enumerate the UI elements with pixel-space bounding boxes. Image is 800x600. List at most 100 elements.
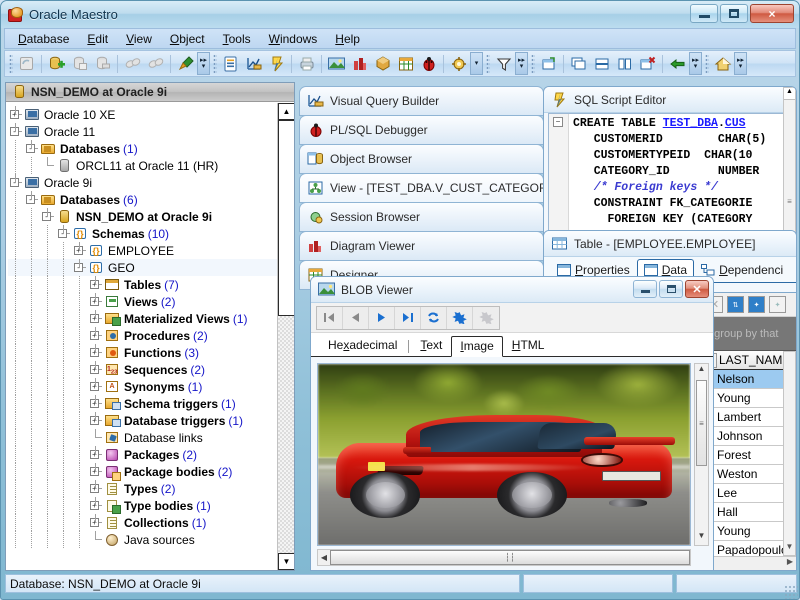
tree-expander-cell[interactable]: +	[72, 242, 88, 259]
tree-expander-cell[interactable]: +	[88, 310, 104, 327]
data-grid-horizontal-scrollbar[interactable]: ▶	[701, 556, 796, 570]
designer-icon[interactable]	[394, 53, 417, 75]
tree-expander[interactable]: +	[10, 110, 19, 119]
tree-expander-cell[interactable]: -	[72, 259, 88, 276]
menu-item-object[interactable]: Object	[161, 30, 214, 48]
next-record-icon[interactable]	[369, 306, 395, 329]
blob-image-vertical-scrollbar[interactable]: ▲ ≡ ▼	[694, 363, 709, 546]
maximize-button[interactable]	[659, 280, 683, 298]
load-icon[interactable]	[447, 306, 473, 329]
maximize-button[interactable]	[720, 4, 748, 23]
toolbar-overflow-button[interactable]: ▸▸ ▾	[689, 52, 702, 75]
tree-node[interactable]: +123 Sequences (2)	[8, 361, 294, 378]
tree-expander[interactable]: -	[10, 127, 19, 136]
blob-image-horizontal-scrollbar[interactable]: ◀ ┆┆	[317, 549, 691, 566]
scroll-up-arrow[interactable]: ▲	[695, 364, 708, 378]
tree-vertical-scrollbar[interactable]: ▲ ▼	[277, 103, 294, 570]
scrollbar-thumb[interactable]: ┆┆	[330, 550, 690, 565]
table-row[interactable]: Lambert	[701, 408, 796, 427]
table-row[interactable]: Lee	[701, 484, 796, 503]
group-by-panel[interactable]: o group by that	[701, 317, 796, 351]
menu-item-help[interactable]: Help	[326, 30, 369, 48]
tab-hexadecimal[interactable]: Hexadecimal	[319, 335, 406, 356]
tree-expander-cell[interactable]: +	[88, 293, 104, 310]
tree-node[interactable]: + Database triggers (1)	[8, 412, 294, 429]
toolbar-overflow-button[interactable]: ▾	[470, 52, 483, 75]
filter-icon[interactable]: ✦	[769, 296, 786, 313]
tree-node[interactable]: + A Synonyms (1)	[8, 378, 294, 395]
disconnect-icon[interactable]	[144, 53, 167, 75]
blob-image-viewport[interactable]	[317, 363, 691, 546]
cell-last-name[interactable]: Weston	[713, 467, 757, 481]
tree-expander-cell[interactable]: +	[88, 361, 104, 378]
scroll-up-arrow[interactable]: ▲	[784, 88, 795, 100]
tree-expander[interactable]: +	[90, 331, 99, 340]
tree-expander-cell[interactable]: -	[40, 208, 56, 225]
tree-expander-cell[interactable]: -	[24, 191, 40, 208]
tree-node[interactable]: -{} GEO	[8, 259, 294, 276]
scrollbar-thumb[interactable]: ≡	[785, 197, 794, 206]
tree-expander[interactable]: +	[90, 382, 99, 391]
tree-expander[interactable]: +	[90, 365, 99, 374]
toolbar-grip[interactable]	[9, 54, 13, 73]
tree-expander[interactable]: -	[74, 263, 83, 272]
tree-node[interactable]: - NSN_DEMO at Oracle 9i	[8, 208, 294, 225]
tile-horizontal-icon[interactable]	[590, 53, 613, 75]
last-record-icon[interactable]	[395, 306, 421, 329]
previous-record-icon[interactable]	[343, 306, 369, 329]
tree-expander-cell[interactable]: +	[8, 106, 24, 123]
tree-expander-cell[interactable]: +	[88, 463, 104, 480]
tree-expander[interactable]: +	[90, 501, 99, 510]
refresh-icon[interactable]	[421, 306, 447, 329]
home-icon[interactable]	[711, 53, 734, 75]
toolbar-overflow-button[interactable]: ▸▸ ▾	[197, 52, 210, 75]
table-row[interactable]: Young	[701, 389, 796, 408]
tree-node[interactable]: + Functions (3)	[8, 344, 294, 361]
tree-expander-cell[interactable]: +	[88, 395, 104, 412]
minimize-button[interactable]	[690, 4, 718, 23]
toolbar-grip[interactable]	[213, 54, 217, 73]
sql-editor-vertical-scrollbar[interactable]: ▲ ≡	[783, 87, 796, 240]
tree-expander-cell[interactable]: +	[88, 446, 104, 463]
tree-node[interactable]: + Oracle 10 XE	[8, 106, 294, 123]
tree-expander-cell[interactable]: +	[88, 327, 104, 344]
refresh-icon[interactable]: ⇅	[727, 296, 744, 313]
close-button[interactable]: ✕	[685, 280, 709, 298]
menu-item-windows[interactable]: Windows	[260, 30, 327, 48]
table-row[interactable]: Young	[701, 522, 796, 541]
tree-node[interactable]: + Collections (1)	[8, 514, 294, 531]
tree-node[interactable]: - Databases (6)	[8, 191, 294, 208]
print-icon[interactable]	[295, 53, 318, 75]
table-row[interactable]: Johnson	[701, 427, 796, 446]
register-host-icon[interactable]	[174, 53, 197, 75]
tree-node[interactable]: + Tables (7)	[8, 276, 294, 293]
close-button[interactable]: ×	[750, 4, 794, 23]
tree-node[interactable]: + Packages (2)	[8, 446, 294, 463]
tree-expander[interactable]: +	[90, 280, 99, 289]
tree-expander-cell[interactable]: -	[8, 123, 24, 140]
tree-expander[interactable]: +	[90, 297, 99, 306]
tree-node[interactable]: -{} Schemas (10)	[8, 225, 294, 242]
tree-expander-cell[interactable]: -	[8, 174, 24, 191]
tab-text[interactable]: Text	[411, 335, 451, 356]
tree-node[interactable]: + Schema triggers (1)	[8, 395, 294, 412]
load-icon[interactable]: ✦	[748, 296, 765, 313]
connect-icon[interactable]	[121, 53, 144, 75]
scroll-left-arrow[interactable]: ◀	[318, 553, 330, 562]
tree-node[interactable]: ORCL11 at Oracle 11 (HR)	[8, 157, 294, 174]
toolbar-grip[interactable]	[531, 54, 535, 73]
tree-expander[interactable]: -	[10, 178, 19, 187]
visual-query-builder-icon[interactable]	[242, 53, 265, 75]
tree-expander[interactable]: +	[90, 450, 99, 459]
filter-icon[interactable]	[492, 53, 515, 75]
tree-node[interactable]: + Package bodies (2)	[8, 463, 294, 481]
cascade-windows-icon[interactable]	[537, 53, 560, 75]
clear-icon[interactable]	[473, 306, 499, 329]
tree-expander[interactable]: +	[90, 399, 99, 408]
sql-editor-code[interactable]: CREATE TABLE TEST_DBA.CUS CUSTOMERID CHA…	[573, 116, 791, 239]
menu-item-database[interactable]: Database	[9, 30, 78, 48]
table-row[interactable]: Nelson	[701, 370, 796, 389]
toolbar-overflow-button[interactable]: ▸▸ ▾	[515, 52, 528, 75]
cell-last-name[interactable]: Hall	[713, 505, 738, 519]
toolbar-grip[interactable]	[705, 54, 709, 73]
